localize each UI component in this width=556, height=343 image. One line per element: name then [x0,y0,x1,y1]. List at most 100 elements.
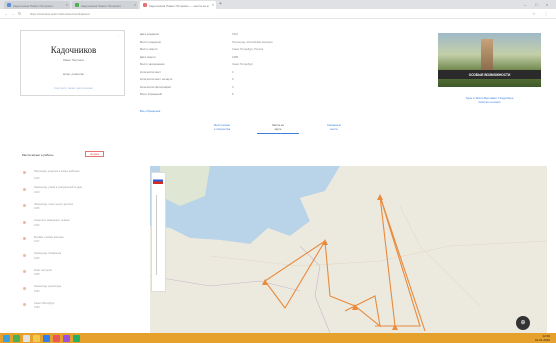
place-title[interactable]: Алма-Ата: эвакуация, съёмки [34,219,154,222]
minimize-icon[interactable]: – [524,1,526,8]
tab-related-places[interactable]: Связанные места [313,124,355,131]
info-value: Петроград, Российская империя [232,40,273,44]
favicon-icon [7,3,11,7]
gulf-area [245,174,290,211]
profile-card: … Кадочников Павел Петрович актёр, режис… [20,30,125,96]
info-key: Дата рождения [140,33,159,36]
place-bullet-icon [23,187,26,191]
forward-icon[interactable]: → [11,11,15,17]
close-tab-icon[interactable]: × [134,3,136,7]
place-title[interactable]: Ленинград: Ленфильм [34,252,154,255]
places-sort-select[interactable]: по дате [85,151,104,157]
place-date: 1950 [34,256,40,260]
taskbar-app-icon[interactable] [33,334,40,342]
info-key: Всего обращений [140,93,162,96]
place-date: 1929 [34,190,40,194]
map-view[interactable]: · [150,166,547,333]
taskbar-app-icon[interactable] [73,334,80,342]
taskbar-app-icon[interactable] [23,334,30,342]
close-window-icon[interactable]: × [546,1,548,8]
map-canvas: · [150,166,547,333]
back-icon[interactable]: ← [4,11,8,17]
taskbar-app-icon[interactable] [63,334,70,342]
info-key: Количество мест на карте [140,78,173,81]
browser-tab-bar: Кадочников Павел Петрович × Кадочников П… [0,0,556,9]
person-name: Кадочников [50,45,97,55]
place-bullet-icon [23,303,26,306]
close-tab-icon[interactable]: × [66,3,68,7]
place-date: 1942 [34,223,40,227]
flag-icon[interactable] [153,177,163,184]
tab-title: Кадочников Павел Петрович [81,3,121,8]
info-key: Место смерти [140,48,158,51]
place-date: 1915 [34,177,40,180]
info-value: 0 [232,85,234,89]
reload-icon[interactable]: ↻ [18,11,21,17]
edit-link[interactable]: … [117,35,120,38]
browser-tab[interactable]: Кадочников Павел Петрович × [72,1,138,9]
ad-subtitle-link[interactable]: Смотреть на карте [438,101,541,104]
place-date: 1960 [34,289,40,293]
taskbar-app-icon[interactable] [53,334,60,342]
info-key: Количество мест [140,70,162,74]
maximize-icon[interactable]: □ [535,1,537,8]
info-key: Количество фотографий [140,85,171,89]
clock-date: 01.01.2020 [534,338,550,342]
tab-title: Кадочников Павел Петрович [13,3,53,8]
place-bullet-icon [23,171,26,174]
place-bullet-icon [23,204,26,207]
place-date: 1988 [34,306,40,309]
tab-label-line2: карте [274,127,282,131]
place-date: 1947 [34,240,40,243]
tab-label-line2: места [330,127,338,131]
map-label: · [378,183,379,187]
info-key: Дата смерти [140,55,156,59]
zoom-slider[interactable] [156,195,157,275]
place-title[interactable]: Ленинград: режиссура [34,285,154,288]
place-title[interactable]: Петроград: родился в семье рабочего [34,170,154,173]
start-icon[interactable] [3,334,10,342]
place-bullet-icon [23,286,26,290]
info-value: 1915 [232,33,238,36]
taskbar-clock[interactable]: 12:00 01.01.2020 [535,334,550,342]
tab-label-line2: и творчества [213,127,231,131]
info-value: 8 [232,93,234,96]
place-title[interactable]: Ленинград: учёба в театральной студии [34,186,154,189]
info-key: Место рождения [140,40,161,44]
taskbar-app-icon[interactable] [13,334,20,342]
bookmark-star-icon[interactable]: ☆ [532,11,536,17]
place-title[interactable]: Москва: съёмки фильма [34,236,154,239]
place-date: 1955 [34,273,40,276]
info-value: 9 [232,70,234,74]
info-value: 1988 [232,55,238,59]
tab-title: Кадочников Павел Петрович — места на кар… [149,3,209,8]
place-bullet-icon [23,270,26,273]
browser-tab-active[interactable]: Кадочников Павел Петрович — места на кар… [140,1,216,9]
taskbar-browser-icon[interactable] [43,334,50,342]
url-input[interactable]: https://www.kino-teatr.ru/kino/acter/sov… [30,12,220,16]
place-title[interactable]: Киев: гастроли [34,269,154,272]
menu-icon[interactable]: ⋮ [544,11,548,17]
more-link[interactable]: Все обращения [140,109,160,113]
browser-tab[interactable]: Кадочников Павел Петрович × [4,1,70,9]
ad-banner-text: ОСОБЫЕ ВОЗМОЖНОСТИ [468,72,511,77]
place-title[interactable]: Санкт-Петербург [34,302,154,305]
person-stats-link[interactable]: Смотрите также: места жизни [21,86,126,90]
place-bullet-icon [23,237,26,240]
ad-title-link[interactable]: Туры в Экспо Выставки. Подробнее [438,96,541,100]
place-bullet-icon [23,253,26,257]
tab-places-map[interactable]: Места на карте [257,124,299,134]
place-title[interactable]: Ленинград: театр юного зрителя [34,203,154,206]
address-bar: ← → ↻ https://www.kino-teatr.ru/kino/act… [0,9,556,19]
map-action-button[interactable]: ⊕ [516,316,530,330]
taskbar: 12:00 01.01.2020 [0,333,556,343]
new-tab-icon[interactable]: + [219,1,222,8]
info-key: Место захоронения [140,63,165,66]
favicon-icon [75,3,79,7]
person-first-names: Павел Петрович [62,58,85,62]
place-date: 1935 [34,207,40,210]
tab-places-life[interactable]: Места жизни и творчества [201,124,243,131]
info-value: Санкт-Петербург, Россия [232,48,264,51]
ad-image[interactable]: ОСОБЫЕ ВОЗМОЖНОСТИ [438,33,541,87]
close-tab-icon[interactable]: × [212,3,214,7]
